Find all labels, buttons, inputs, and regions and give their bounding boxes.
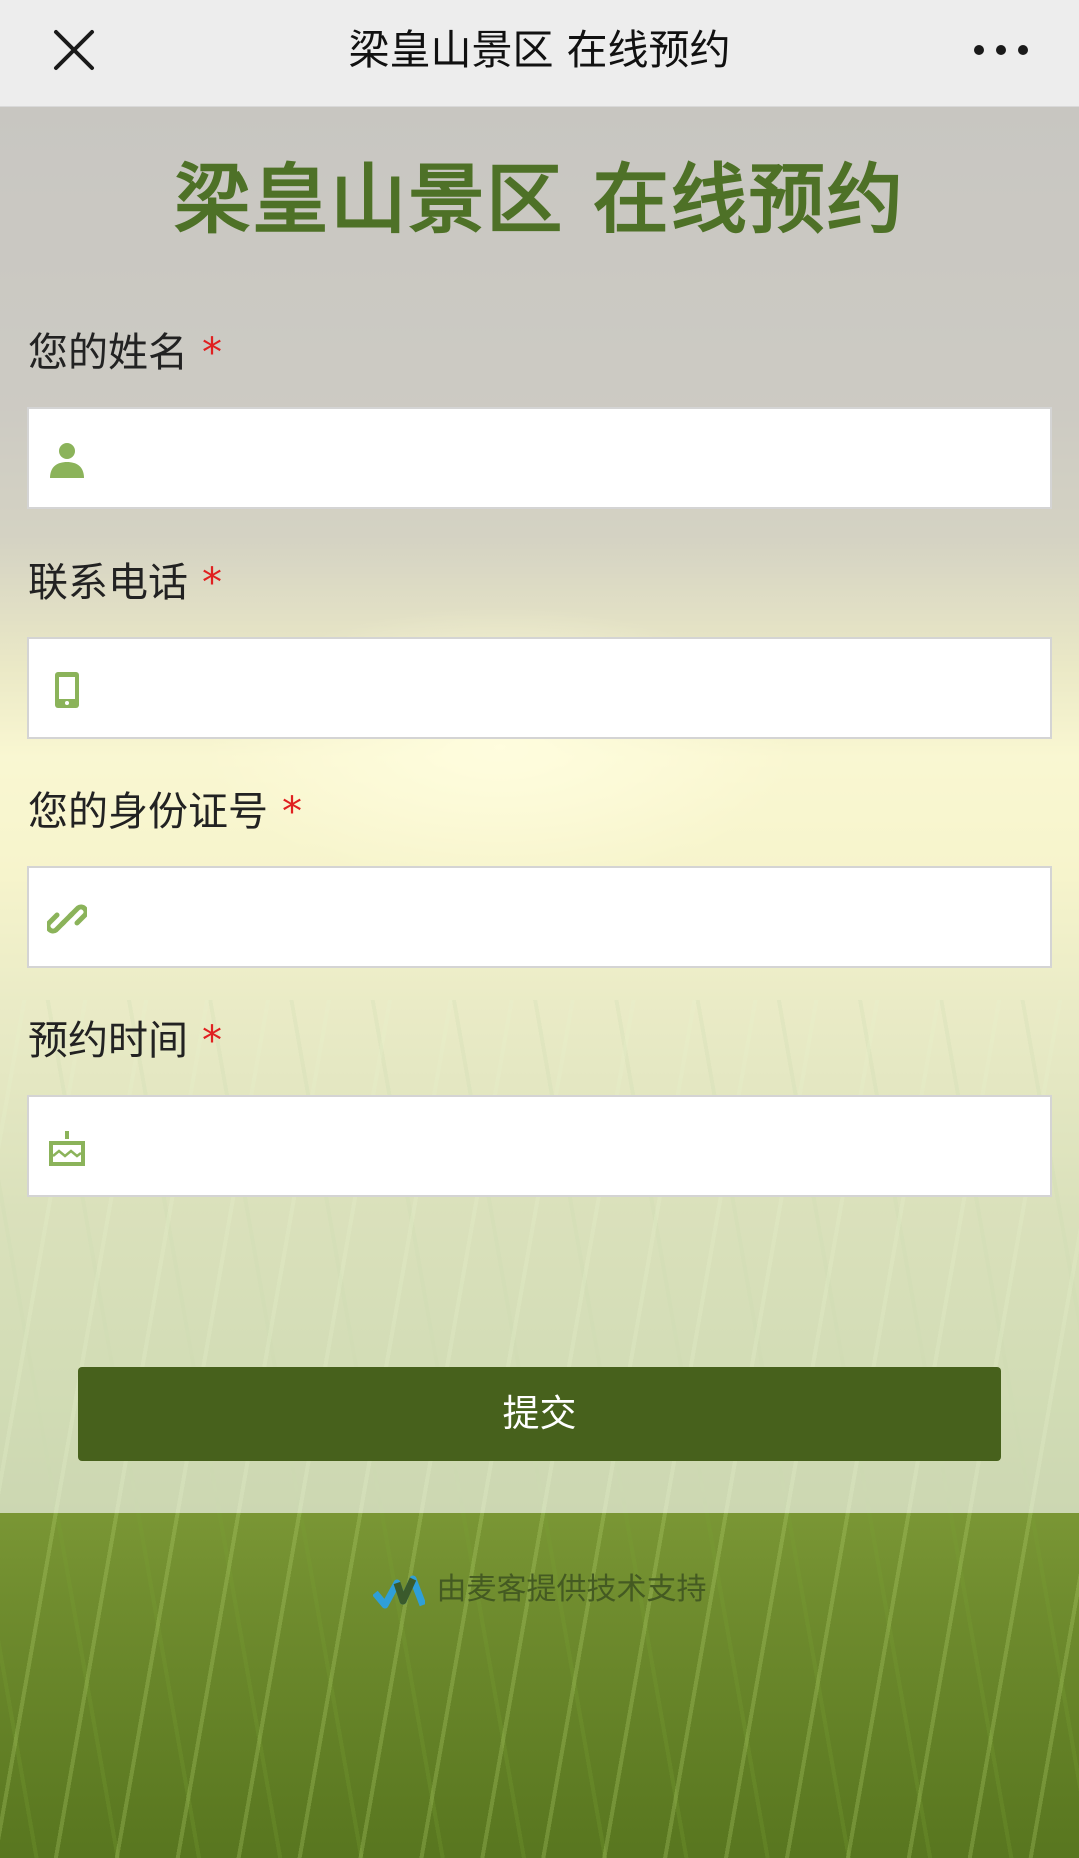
phone-input[interactable] bbox=[119, 639, 1039, 737]
field-label-phone: 联系电话 * bbox=[28, 555, 222, 611]
submit-button[interactable]: 提交 bbox=[78, 1367, 1001, 1461]
required-mark: * bbox=[202, 330, 222, 376]
top-navigation-bar: 梁皇山景区 在线预约 bbox=[0, 0, 1079, 107]
user-icon bbox=[50, 443, 84, 478]
field-label-text: 预约时间 bbox=[28, 1018, 188, 1064]
footer-text: 由麦客提供技术支持 bbox=[436, 1572, 707, 1607]
field-label-id: 您的身份证号 * bbox=[28, 784, 302, 840]
page-title: 梁皇山景区 在线预约 bbox=[348, 26, 731, 74]
id-number-field[interactable] bbox=[27, 866, 1052, 968]
link-icon bbox=[47, 904, 87, 934]
footer-credit: 由麦客提供技术支持 bbox=[0, 1565, 1079, 1615]
required-mark: * bbox=[202, 1018, 222, 1064]
maike-logo-icon bbox=[372, 1575, 425, 1608]
appointment-time-input[interactable] bbox=[119, 1097, 1039, 1195]
name-field[interactable] bbox=[27, 407, 1052, 509]
more-dots-icon bbox=[974, 45, 1028, 55]
phone-field[interactable] bbox=[27, 637, 1052, 739]
cake-icon bbox=[49, 1131, 85, 1166]
field-label-name: 您的姓名 * bbox=[28, 325, 222, 381]
field-label-text: 联系电话 bbox=[28, 560, 188, 606]
more-options-button[interactable] bbox=[969, 22, 1033, 78]
appointment-time-field[interactable] bbox=[27, 1095, 1052, 1197]
form-title: 梁皇山景区 在线预约 bbox=[174, 155, 905, 244]
field-label-time: 预约时间 * bbox=[28, 1013, 222, 1069]
name-input[interactable] bbox=[119, 409, 1039, 507]
required-mark: * bbox=[202, 560, 222, 606]
id-number-input[interactable] bbox=[119, 868, 1039, 966]
required-mark: * bbox=[282, 789, 302, 835]
phone-icon bbox=[55, 672, 79, 708]
field-label-text: 您的姓名 bbox=[28, 330, 188, 376]
field-label-text: 您的身份证号 bbox=[28, 789, 268, 835]
